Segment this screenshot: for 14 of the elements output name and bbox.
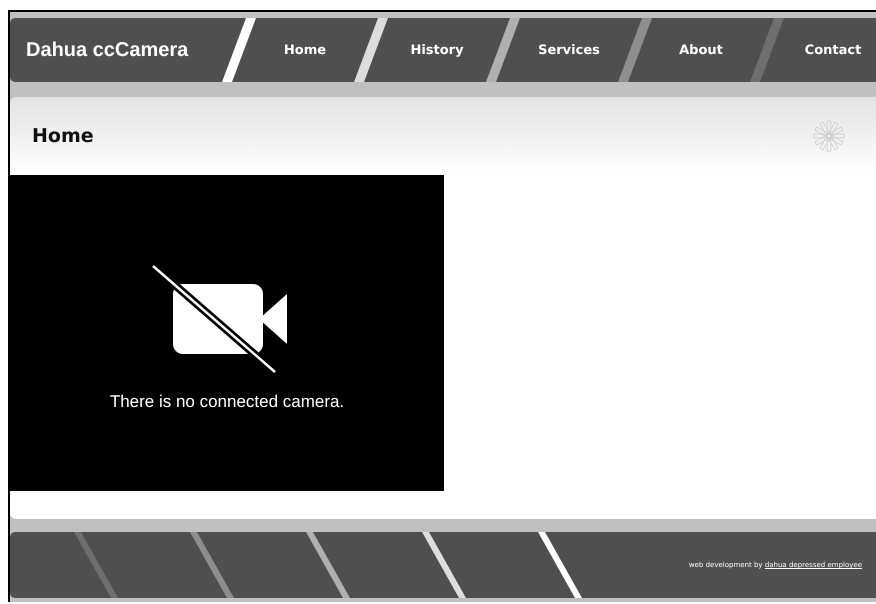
site-title: Dahua ccCamera (25, 38, 190, 62)
nav-link[interactable]: Contact (784, 18, 876, 82)
asterisk-icon (812, 119, 846, 153)
nav-link[interactable]: About (652, 18, 750, 82)
slash-icon (618, 18, 652, 82)
page-title: Home (32, 125, 94, 147)
nav-link[interactable]: Services (520, 18, 618, 82)
slash-icon (222, 18, 256, 82)
slash-icon (486, 18, 520, 82)
slash-icon (354, 18, 388, 82)
nav-link[interactable]: History (388, 18, 486, 82)
no-camera-message: There is no connected camera. (110, 392, 344, 412)
nav-link[interactable]: Home (256, 18, 354, 82)
slash-icon (750, 18, 784, 82)
